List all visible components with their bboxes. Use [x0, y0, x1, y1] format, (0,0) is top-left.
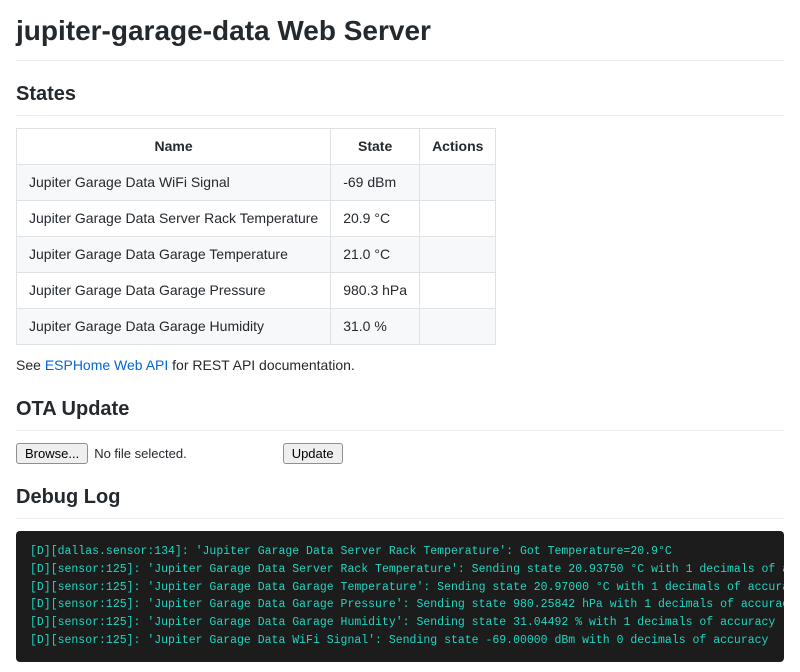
- states-table: Name State Actions Jupiter Garage Data W…: [16, 128, 496, 345]
- update-button[interactable]: Update: [283, 443, 343, 464]
- cell-actions: [420, 237, 496, 273]
- table-row: Jupiter Garage Data Garage Temperature21…: [17, 237, 496, 273]
- api-note: See ESPHome Web API for REST API documen…: [16, 355, 784, 376]
- cell-state: -69 dBm: [331, 165, 420, 201]
- debug-heading: Debug Log: [16, 482, 784, 519]
- cell-name: Jupiter Garage Data Garage Pressure: [17, 273, 331, 309]
- ota-heading: OTA Update: [16, 394, 784, 431]
- cell-name: Jupiter Garage Data WiFi Signal: [17, 165, 331, 201]
- cell-state: 980.3 hPa: [331, 273, 420, 309]
- file-status: No file selected.: [94, 444, 187, 464]
- cell-actions: [420, 165, 496, 201]
- browse-button[interactable]: Browse...: [16, 443, 88, 464]
- table-row: Jupiter Garage Data Garage Humidity31.0 …: [17, 309, 496, 345]
- table-row: Jupiter Garage Data Server Rack Temperat…: [17, 201, 496, 237]
- api-note-suffix: for REST API documentation.: [168, 357, 355, 373]
- api-note-prefix: See: [16, 357, 45, 373]
- table-row: Jupiter Garage Data WiFi Signal-69 dBm: [17, 165, 496, 201]
- cell-name: Jupiter Garage Data Garage Temperature: [17, 237, 331, 273]
- cell-actions: [420, 309, 496, 345]
- cell-state: 20.9 °C: [331, 201, 420, 237]
- cell-state: 21.0 °C: [331, 237, 420, 273]
- ota-row: Browse... No file selected. Update: [16, 443, 784, 464]
- states-heading: States: [16, 79, 784, 116]
- cell-name: Jupiter Garage Data Server Rack Temperat…: [17, 201, 331, 237]
- col-actions: Actions: [420, 129, 496, 165]
- col-name: Name: [17, 129, 331, 165]
- page-title: jupiter-garage-data Web Server: [16, 10, 784, 61]
- col-state: State: [331, 129, 420, 165]
- cell-actions: [420, 201, 496, 237]
- cell-state: 31.0 %: [331, 309, 420, 345]
- table-row: Jupiter Garage Data Garage Pressure980.3…: [17, 273, 496, 309]
- cell-actions: [420, 273, 496, 309]
- debug-log: [D][dallas.sensor:134]: 'Jupiter Garage …: [16, 531, 784, 662]
- api-link[interactable]: ESPHome Web API: [45, 357, 168, 373]
- cell-name: Jupiter Garage Data Garage Humidity: [17, 309, 331, 345]
